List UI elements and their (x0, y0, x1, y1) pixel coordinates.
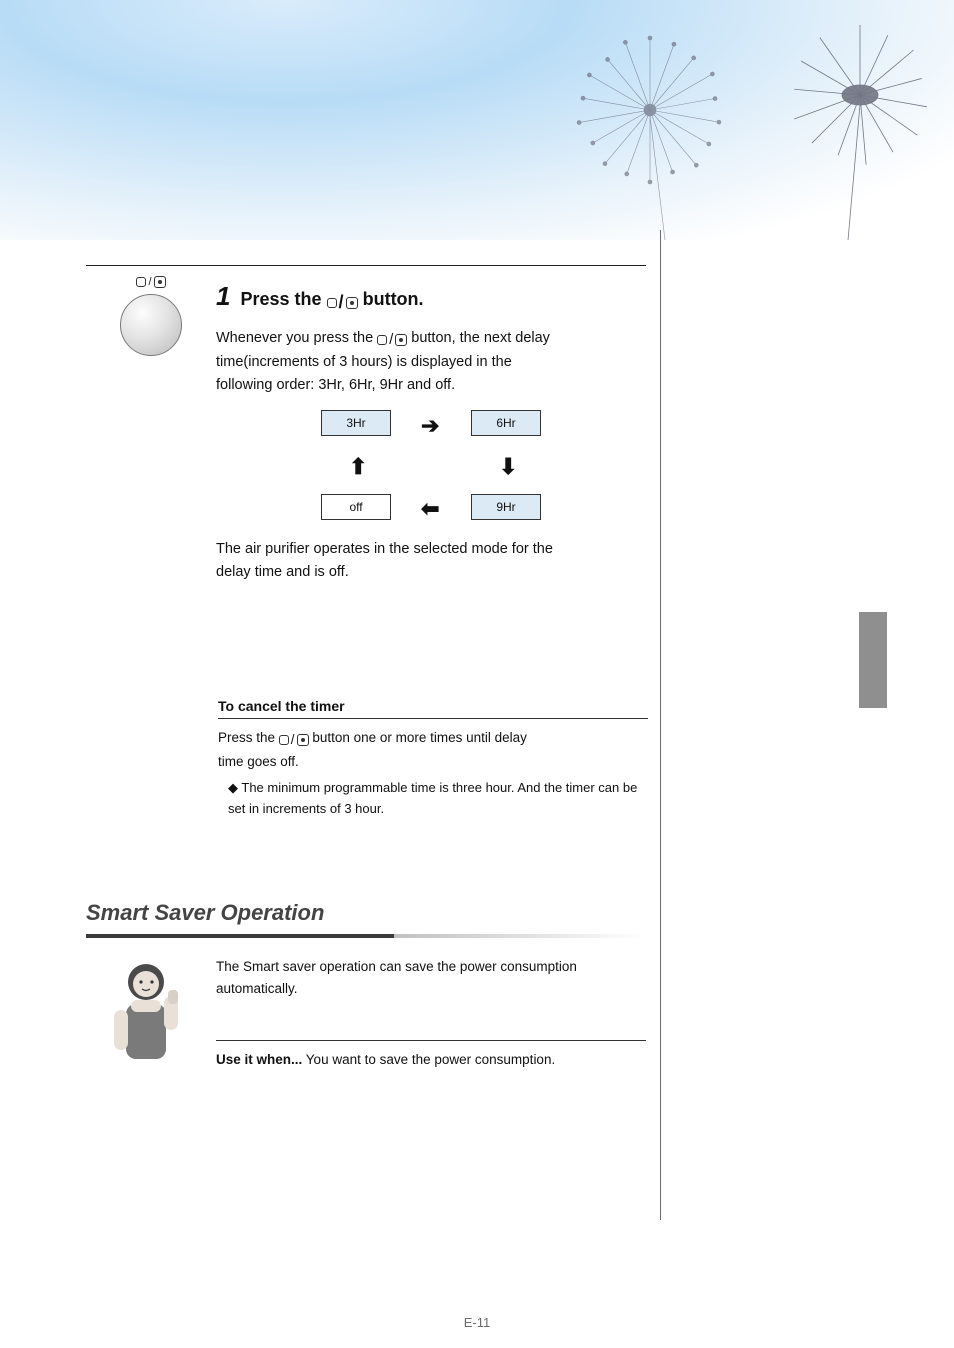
page-number: E-11 (0, 1315, 954, 1330)
arrow-down-icon: ⬇ (499, 450, 517, 484)
step-line-3: delay time and is off. (216, 561, 646, 583)
cancel-bullet-note: ◆ The minimum programmable time is three… (228, 778, 648, 818)
delay-cycle-diagram: 3Hr 6Hr 9Hr off ➔ ⬇ ⬅ ⬆ (281, 410, 581, 530)
timer-icon: / (279, 729, 309, 751)
section-side-tab (859, 612, 887, 708)
step-block: / 1 Press the / button. (86, 265, 646, 583)
cancel-body: Press the / button one or more times unt… (218, 727, 648, 772)
arrow-left-icon: ⬅ (421, 492, 439, 526)
step-text: 1 Press the / button. Whenever you press… (216, 276, 646, 583)
cancel-heading: To cancel the timer (218, 698, 648, 719)
cycle-chip-6hr: 6Hr (471, 410, 541, 436)
step-title-suffix: button. (363, 289, 424, 309)
use-it-when-text: You want to save the power consumption. (306, 1052, 555, 1067)
timer-icon: / (377, 329, 407, 351)
step-line-2: The air purifier operates in the selecte… (216, 538, 646, 560)
cancel-body-2: button one or more times until delay (312, 730, 527, 745)
step-number: 1 (216, 281, 230, 311)
smart-saver-title: Smart Saver Operation (86, 900, 324, 926)
step-line-1c: time(increments of 3 hours) is displayed… (216, 351, 646, 373)
cancel-bullet-text: The minimum programmable time is three h… (228, 780, 637, 815)
step-line-1d: following order: 3Hr, 6Hr, 9Hr and off. (216, 374, 646, 396)
use-it-when-label: Use it when... (216, 1052, 302, 1067)
cancel-body-1: Press the (218, 730, 279, 745)
step-line-1a: Whenever you press the (216, 330, 377, 346)
person-illustration (86, 956, 216, 1076)
cancel-body-3: time goes off. (218, 751, 648, 773)
cancel-timer-block: To cancel the timer Press the / button o… (218, 698, 648, 819)
timer-icon: / (136, 276, 165, 288)
sky-banner (0, 0, 954, 240)
step-title-prefix: Press the (241, 289, 327, 309)
cycle-chip-off: off (321, 494, 391, 520)
use-it-when-block: Use it when... You want to save the powe… (216, 1040, 646, 1071)
arrow-right-icon: ➔ (421, 409, 439, 443)
timer-button-illustration: / (86, 276, 216, 356)
step-line-1b: button, the next delay (411, 330, 550, 346)
page-root: / 1 Press the / button. (0, 0, 954, 1348)
arrow-up-icon: ⬆ (349, 450, 367, 484)
vertical-rule (660, 230, 661, 1220)
round-button-graphic (120, 294, 182, 356)
smart-saver-underline (86, 934, 646, 938)
step-top-rule (86, 265, 646, 266)
cycle-chip-9hr: 9Hr (471, 494, 541, 520)
timer-icon: / (327, 289, 358, 317)
cycle-chip-3hr: 3Hr (321, 410, 391, 436)
